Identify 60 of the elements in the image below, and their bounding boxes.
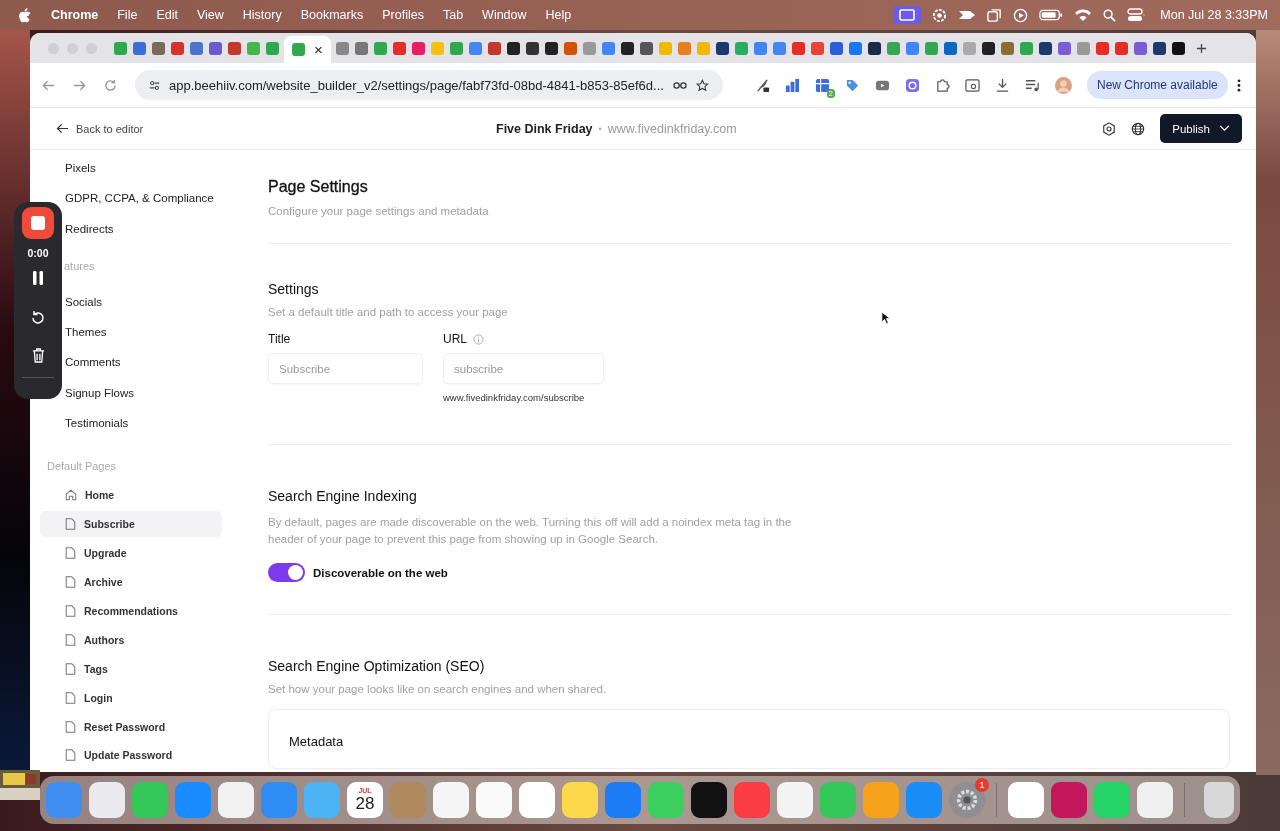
page-item[interactable]: Reset Password [40,713,222,740]
page-item[interactable]: Archive [40,569,222,596]
section-description: By default, pages are made discoverable on the web. Turning this off will add a noindex meta tag in the header of your page to prevent this page from showing up in Google Search. [268,515,793,547]
sidebar-item[interactable]: Redirects [65,213,114,244]
section-subtitle: Set how your page looks like on search engines and when shared. [268,683,608,695]
section-heading: atures [64,258,95,274]
page-item[interactable]: Authors [40,626,222,653]
notification-badge: 1 [975,778,989,792]
site-url: www.fivedinkfriday.com [607,121,737,136]
menu-item[interactable]: Chrome [51,8,99,22]
recording-time: 0:00 [27,247,49,259]
sidebar-item[interactable]: GDPR, CCPA, & Compliance [65,183,214,214]
tab-close-button[interactable]: × [314,41,323,58]
menu-item[interactable]: Window [482,8,527,22]
menu-item[interactable]: Tab [442,8,464,22]
site-name: Five Dink Friday [496,121,593,136]
section-title: Search Engine Indexing [268,488,418,504]
menu-item[interactable]: View [196,8,224,22]
sidebar-item[interactable]: Testimonials [65,408,129,439]
menu-item[interactable]: File [117,8,138,22]
section-heading: Default Pages [46,459,118,475]
page-item[interactable]: Recommendations [40,597,222,624]
page-subtitle: Configure your page settings and metadata [268,205,490,217]
page-title: Page Settings [268,178,369,196]
count-badge: 2 [826,88,835,98]
sidebar-item[interactable]: Comments [65,347,121,378]
sidebar-item[interactable]: Signup Flows [65,377,135,409]
field-label: URL [443,332,467,347]
card-title: Metadata [289,734,344,749]
toggle-label: Discoverable on the web [313,566,448,579]
url-text: app.beehiiv.com/website_builder_v2/settings/page/fabf73fd-08bd-4841-b853-85ef6d... [169,77,664,93]
address-bar[interactable]: app.beehiiv.com/website_builder_v2/settings/page/fabf73fd-08bd-4841-b853-85ef6d... [135,70,723,100]
separator-dot: • [598,123,602,134]
page-item[interactable]: Tags [40,655,222,682]
menu-item[interactable]: Help [545,8,572,22]
calendar-day: 28 [355,795,375,813]
url-input[interactable]: subscribe [443,353,604,384]
publish-button[interactable]: Publish [1160,114,1242,143]
sidebar-item[interactable]: Pixels [65,153,96,184]
menu-bar-clock[interactable]: Mon Jul 28 3:33PM [1160,8,1268,22]
field-label: Title [268,332,292,347]
section-subtitle: Set a default title and path to access your page [268,306,509,318]
browser-tab[interactable]: × [284,36,331,63]
url-preview: www.fivedinkfriday.com/subscribe [443,392,586,403]
page-item[interactable]: Update Password [40,742,222,769]
page-item[interactable]: Subscribe [40,511,222,538]
menu-item[interactable]: History [242,8,282,22]
menu-item[interactable]: Profiles [382,8,424,22]
sidebar-item[interactable]: Socials [65,286,103,318]
section-title: Settings [268,281,320,297]
page-item[interactable]: Home [40,482,222,509]
back-link[interactable]: Back to editor [56,122,496,135]
update-button[interactable]: New Chrome available [1087,71,1228,99]
title-input[interactable]: Subscribe [268,353,423,384]
page-item[interactable]: Upgrade [40,540,222,567]
page-item[interactable]: Login [40,684,222,711]
section-title: Search Engine Optimization (SEO) [268,658,486,674]
menu-item[interactable]: Bookmarks [300,8,364,22]
sidebar-item[interactable]: Themes [65,317,107,348]
menu-item[interactable]: Edit [156,8,178,22]
